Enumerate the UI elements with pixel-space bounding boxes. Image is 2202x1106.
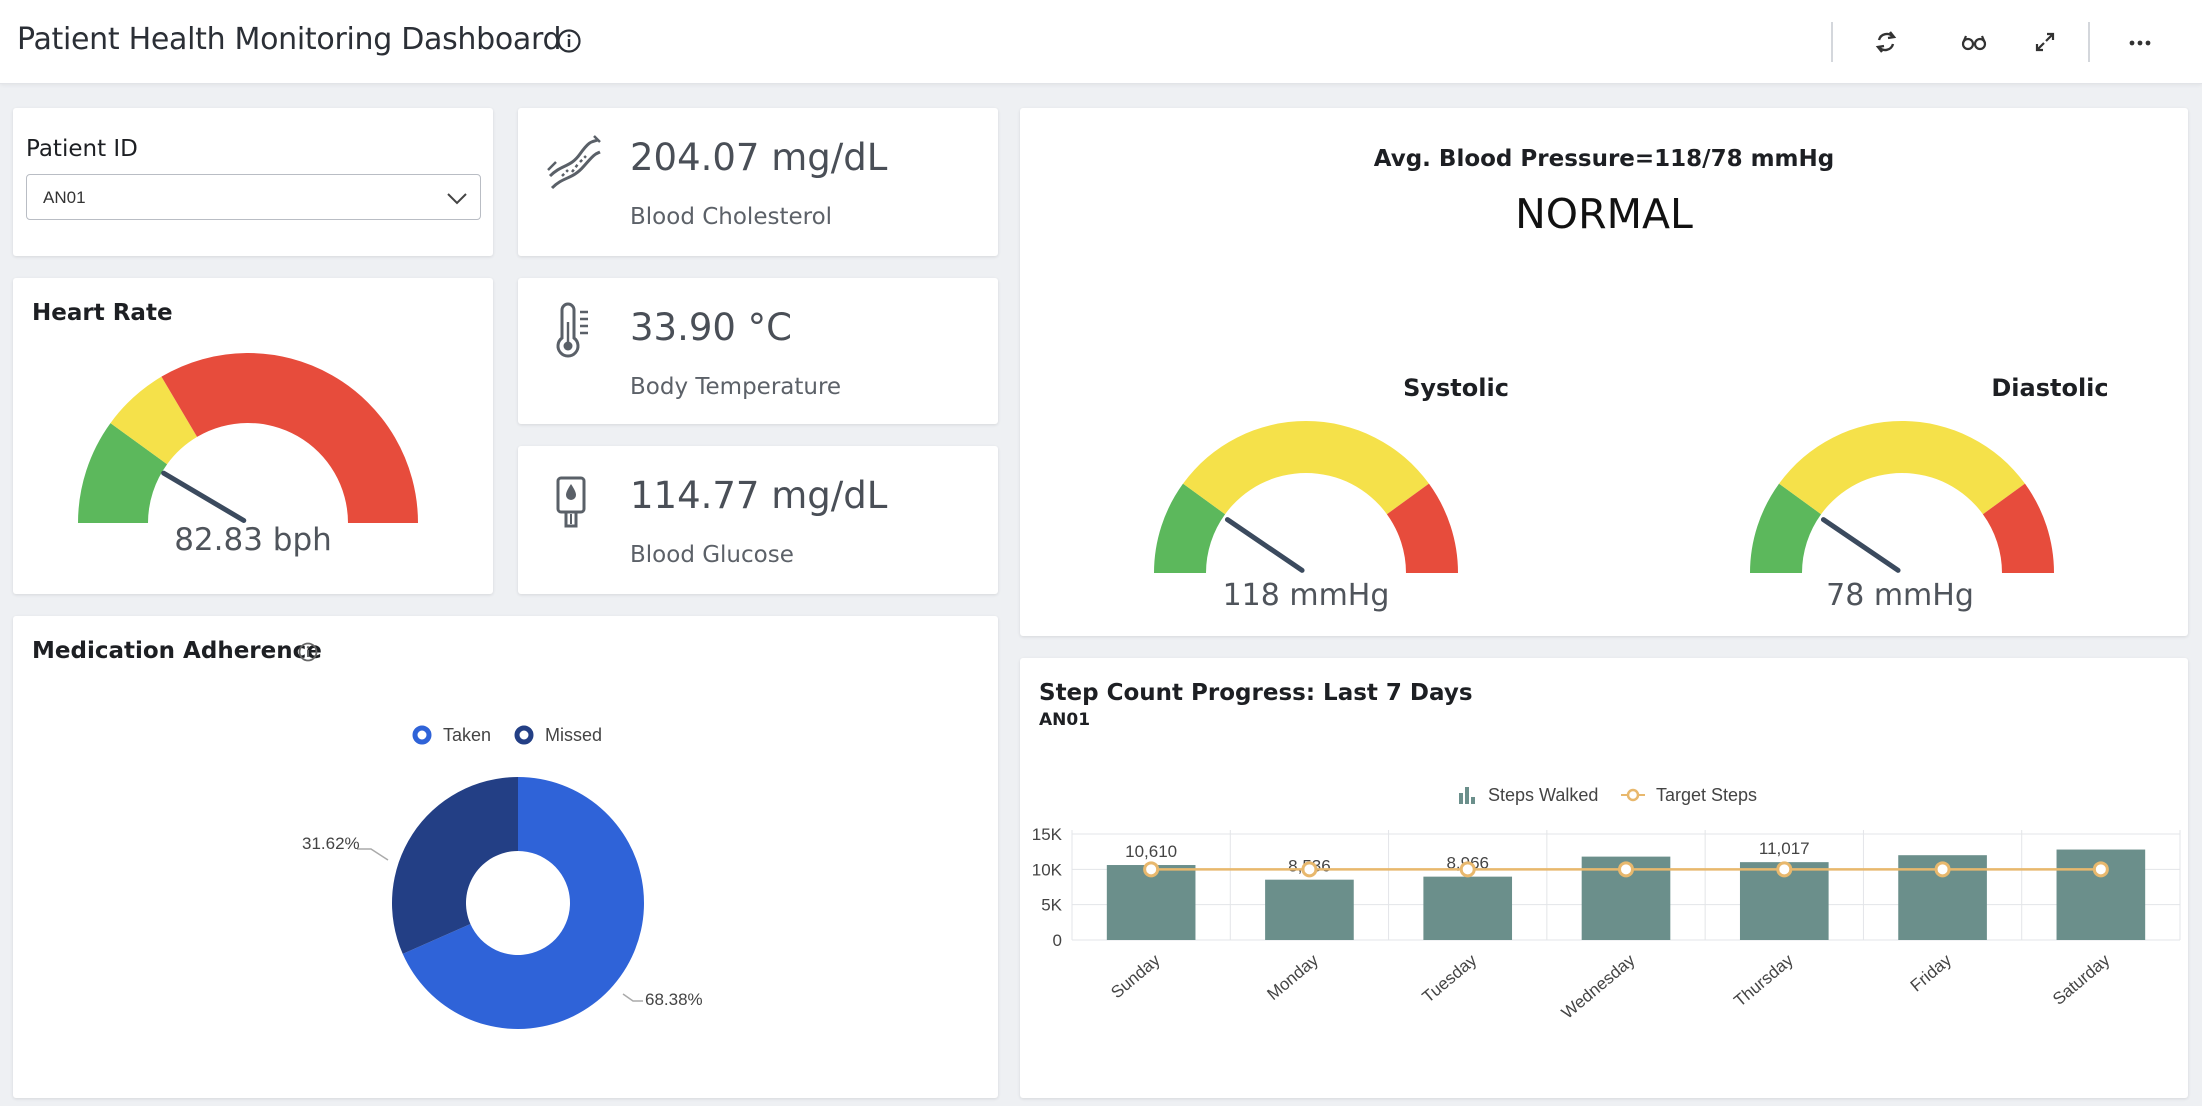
kpi-value: 114.77 mg/dL [630,474,888,517]
expand-icon[interactable] [2029,26,2061,58]
heart-rate-gauge [78,353,418,524]
y-tick-label: 15K [1032,825,1063,844]
x-tick-label: Sunday [1107,950,1164,1002]
info-circle-icon[interactable] [297,641,319,663]
toolbar-divider [2088,22,2090,62]
legend-label: Taken [443,724,492,745]
x-tick-label: Friday [1907,950,1956,995]
systolic-title: Systolic [1403,374,1509,402]
bar-monday [1265,879,1354,940]
line-marker-icon [1621,788,1645,802]
target-point [1459,861,1476,878]
legend-label: Target Steps [1656,784,1758,805]
legend-item-target-steps[interactable]: Target Steps [1620,784,1757,806]
target-point [1143,861,1160,878]
target-point [1301,861,1318,878]
patient-id-label: Patient ID [26,136,138,162]
gauge-yellow-segment [1779,421,2025,515]
diastolic-gauge [1750,421,2054,573]
steps-subtitle: AN01 [1039,710,1091,730]
target-point [1618,861,1634,878]
x-tick-label: Wednesday [1558,950,1639,1022]
heart-rate-card: Heart Rate 82.83 bph [13,278,493,594]
x-tick-label: Tuesday [1419,950,1481,1006]
gauge-yellow-segment [1183,421,1429,515]
step-count-chart: 05K10K15K10,610Sunday8,536Monday8,966Tue… [1032,825,2181,1023]
donut-leader-line [357,848,389,861]
legend-label: Steps Walked [1488,784,1599,805]
gauge-red-segment [161,353,418,523]
donut-legend-icon [514,725,534,745]
legend-item-missed[interactable]: Missed [513,724,602,746]
glucose-meter-icon [556,476,586,528]
heart-rate-value: 82.83 bph [174,522,332,558]
diastolic-value: 78 mmHg [1826,578,1974,613]
kpi-card-glucose: 114.77 mg/dL Blood Glucose [518,446,998,594]
legend-label: Missed [545,724,603,745]
step-count-card: Step Count Progress: Last 7 Days AN01 St… [1020,658,2188,1098]
kpi-value: 33.90 °C [630,306,793,349]
gauge-needle [1820,517,1901,573]
x-tick-label: Monday [1263,950,1322,1004]
kpi-label: Body Temperature [630,374,842,400]
kpi-label: Blood Cholesterol [630,204,833,230]
x-tick-label: Thursday [1730,950,1797,1010]
heart-rate-title: Heart Rate [32,300,173,326]
medication-adherence-card: Medication Adherence Taken Missed 31.62%… [13,616,998,1098]
chevron-down-icon [447,193,467,205]
bar-chart-icon [1459,787,1475,804]
dashboard-header: Patient Health Monitoring Dashboard [0,0,2202,84]
donut-leader-line [622,993,643,1002]
toolbar-divider [1831,22,1833,62]
target-point [1934,861,1951,878]
systolic-value: 118 mmHg [1222,578,1390,613]
kpi-label: Blood Glucose [630,542,794,568]
kpi-card-temperature: 33.90 °C Body Temperature [518,278,998,424]
bar-data-label: 10,610 [1125,842,1177,861]
diastolic-title: Diastolic [1991,374,2109,402]
patient-id-card: Patient ID AN01 [13,108,493,256]
gauge-needle [1224,517,1305,573]
legend-item-steps-walked[interactable]: Steps Walked [1456,784,1598,806]
steps-title: Step Count Progress: Last 7 Days [1039,680,1473,706]
info-circle-icon[interactable] [556,28,582,54]
thermometer-icon [556,302,588,358]
blood-pressure-summary: Avg. Blood Pressure=118/78 mmHg [1373,146,1835,172]
glasses-icon[interactable] [1958,26,1990,58]
refresh-icon[interactable] [1870,26,1902,58]
kpi-card-cholesterol: 204.07 mg/dL Blood Cholesterol [518,108,998,256]
donut-legend-icon [412,725,432,745]
target-point [2092,861,2109,878]
y-tick-label: 10K [1032,860,1063,879]
target-point [1776,861,1793,878]
donut-label-taken: 68.38% [645,990,703,1009]
patient-id-select[interactable]: AN01 [26,174,481,220]
systolic-gauge [1154,421,1458,573]
dashboard-title: Patient Health Monitoring Dashboard [17,22,562,57]
patient-id-value: AN01 [43,188,86,207]
x-tick-label: Saturday [2049,950,2114,1009]
artery-icon [547,135,601,190]
more-icon[interactable] [2124,26,2156,58]
donut-slice-missed[interactable] [391,777,518,954]
donut-label-missed: 31.62% [302,834,360,853]
blood-pressure-card: Avg. Blood Pressure=118/78 mmHg NORMAL S… [1020,108,2188,636]
blood-pressure-status: NORMAL [1515,190,1693,238]
bar-data-label: 11,017 [1759,839,1810,858]
y-tick-label: 5K [1041,896,1062,915]
medication-title: Medication Adherence [32,638,322,664]
y-tick-label: 0 [1053,931,1062,950]
kpi-value: 204.07 mg/dL [630,136,888,179]
legend-item-taken[interactable]: Taken [411,724,491,746]
medication-donut-chart [357,777,644,1029]
bar-tuesday [1423,876,1513,940]
gauge-needle [161,470,247,524]
